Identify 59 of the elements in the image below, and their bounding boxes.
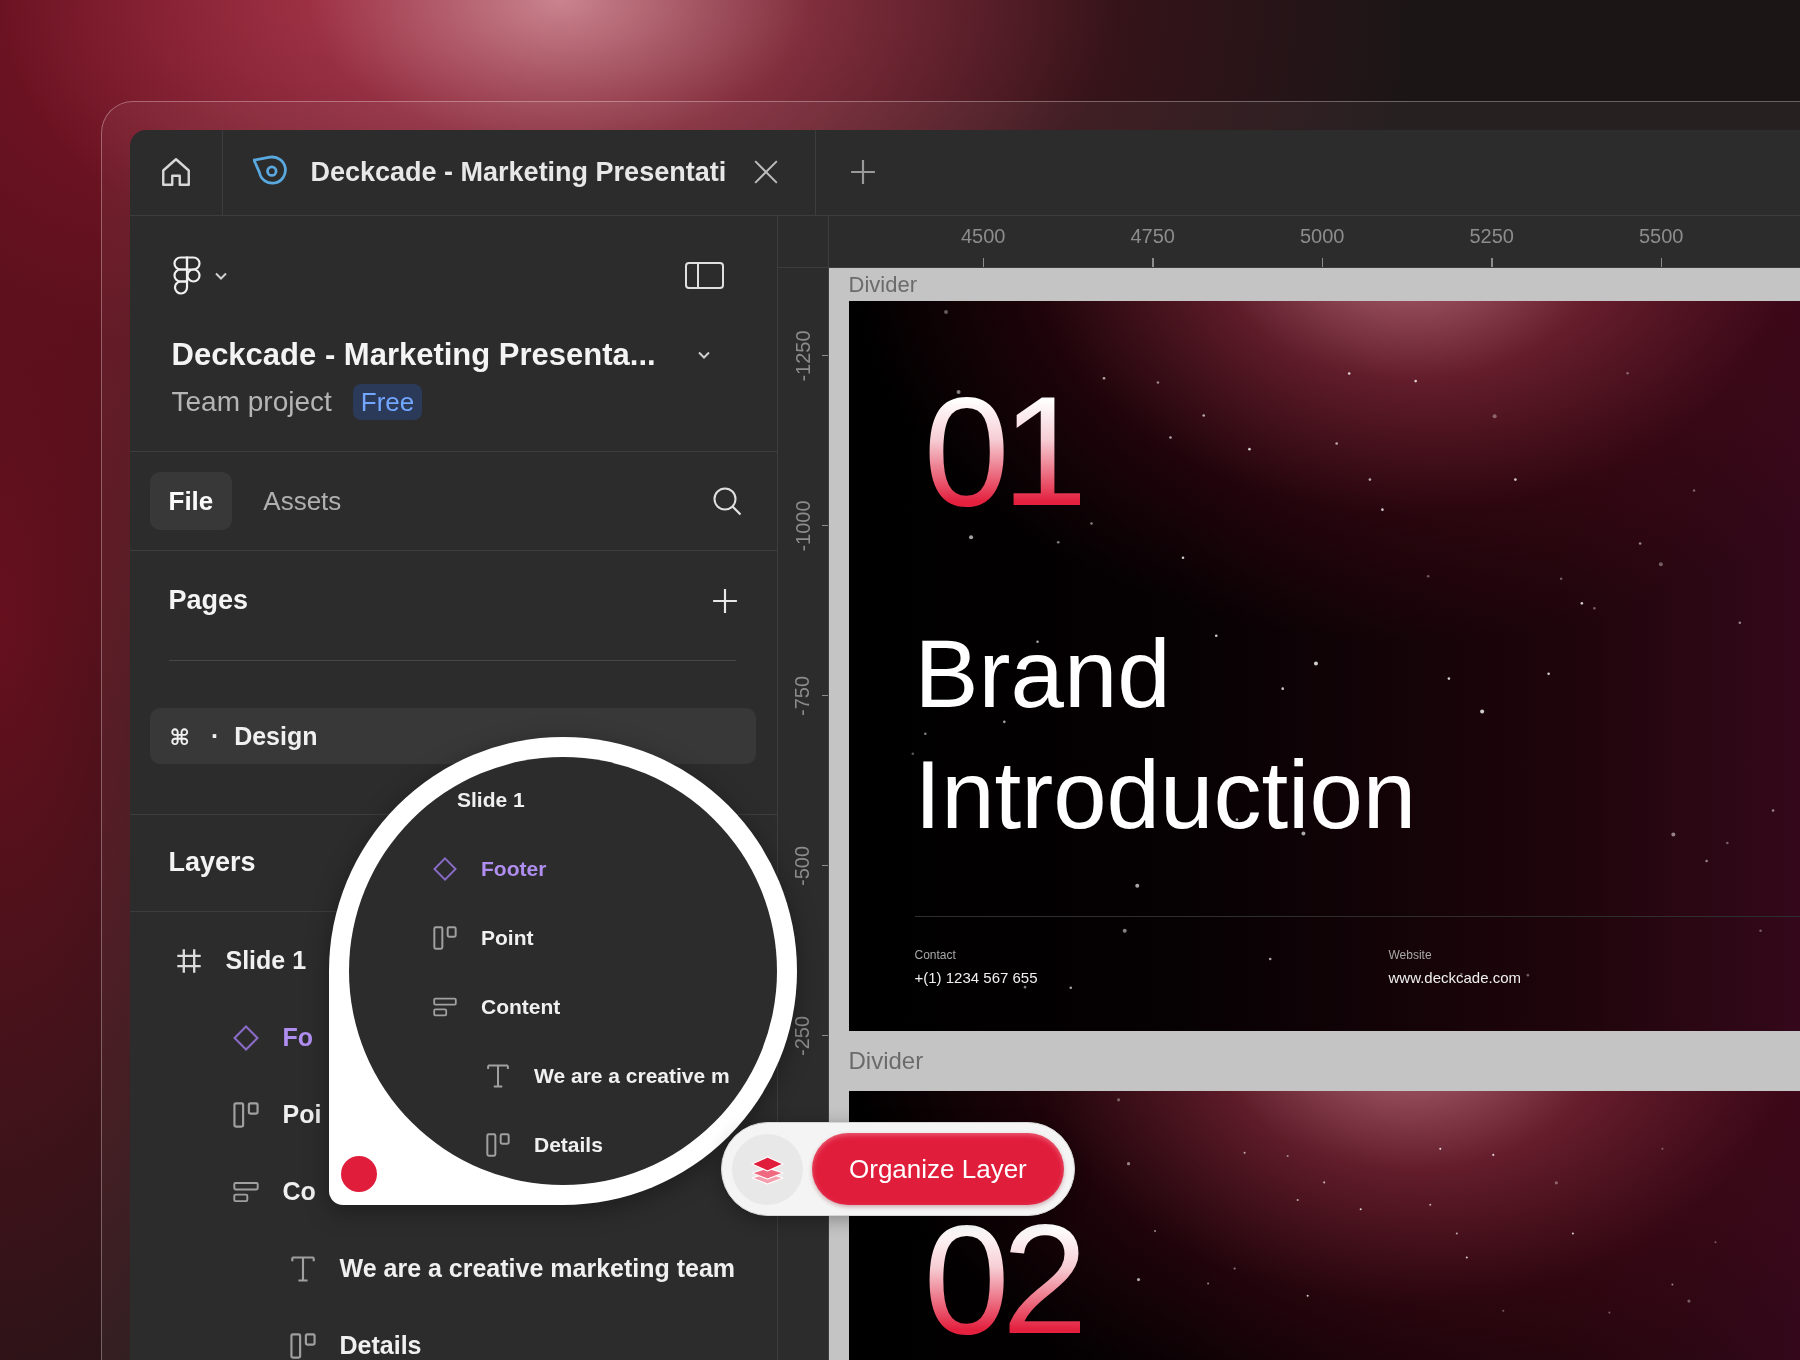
text-icon bbox=[289, 1255, 316, 1282]
layout-row-icon bbox=[289, 1332, 316, 1359]
page-item[interactable]: ⌘ · Design bbox=[149, 707, 756, 764]
sidebar-toggle-icon[interactable] bbox=[684, 262, 724, 289]
panel-tab[interactable]: Assets bbox=[244, 471, 361, 530]
footer-value: +(1) 1234 567 655 bbox=[914, 967, 1038, 988]
project-label: Team project bbox=[171, 385, 332, 418]
diamond-icon bbox=[433, 857, 457, 881]
layer-item: Content bbox=[433, 972, 561, 1042]
layer-item[interactable]: Co bbox=[232, 1153, 316, 1230]
align-left-icon bbox=[433, 995, 457, 1019]
ruler-label: -1000 bbox=[790, 499, 815, 552]
footer-label: Contact bbox=[914, 946, 956, 963]
frame-label: Divider bbox=[848, 1045, 924, 1076]
plus-icon[interactable] bbox=[849, 159, 876, 185]
organize-button[interactable]: Organize Layer bbox=[812, 1133, 1064, 1205]
close-icon[interactable] bbox=[752, 159, 779, 185]
ruler-label: -500 bbox=[790, 845, 815, 886]
layer-item: Slide 1 bbox=[457, 787, 525, 813]
pages-heading: Pages bbox=[168, 585, 249, 616]
layer-item[interactable]: Poi bbox=[232, 1076, 322, 1153]
layer-item: We are a creative m bbox=[486, 1041, 730, 1111]
layers-heading: Layers bbox=[168, 847, 256, 878]
chevron-down-icon[interactable] bbox=[696, 349, 711, 360]
layer-item[interactable]: Slide 1 bbox=[175, 922, 307, 999]
plan-badge: Free bbox=[352, 383, 423, 420]
layer-item: Point bbox=[433, 903, 534, 973]
home-icon[interactable] bbox=[160, 157, 191, 187]
layers-icon[interactable] bbox=[732, 1133, 803, 1205]
ruler-label: -1250 bbox=[790, 329, 815, 382]
layout-row-icon bbox=[486, 1133, 510, 1157]
slide-title: Brand Introduction bbox=[914, 618, 1418, 850]
ruler-label: -250 bbox=[790, 1015, 815, 1056]
text-icon bbox=[486, 1064, 510, 1088]
ruler-label: 5250 bbox=[1469, 223, 1514, 248]
ruler-label: 4500 bbox=[961, 223, 1006, 248]
footer-value: www.deckcade.com bbox=[1388, 967, 1522, 988]
document-tab[interactable]: Deckcade - Marketing Presentati bbox=[222, 129, 816, 215]
file-title: Deckcade - Marketing Presenta... bbox=[171, 336, 656, 373]
dot-icon bbox=[341, 1156, 377, 1192]
hash-icon bbox=[175, 947, 202, 974]
layer-item[interactable]: Fo bbox=[232, 999, 314, 1076]
diamond-icon bbox=[232, 1024, 259, 1051]
layer-item[interactable]: We are a creative marketing team bbox=[289, 1230, 736, 1307]
layer-item: Details bbox=[486, 1110, 603, 1180]
ruler-label: 5000 bbox=[1300, 223, 1345, 248]
frame-label: Divider bbox=[848, 270, 917, 299]
layer-item: Footer bbox=[433, 834, 547, 904]
search-icon[interactable] bbox=[711, 485, 742, 516]
footer-label: Website bbox=[1388, 946, 1432, 963]
ruler-label: 4750 bbox=[1130, 223, 1175, 248]
ruler-label: 5500 bbox=[1639, 223, 1684, 248]
chevron-down-icon[interactable] bbox=[213, 270, 228, 281]
ruler-label: -750 bbox=[790, 675, 815, 716]
layout-row-icon bbox=[232, 1101, 259, 1128]
panel-tab[interactable]: File bbox=[149, 471, 233, 530]
layer-item[interactable]: Details bbox=[289, 1307, 422, 1360]
logo-icon[interactable] bbox=[171, 255, 202, 296]
layout-row-icon bbox=[433, 926, 457, 950]
